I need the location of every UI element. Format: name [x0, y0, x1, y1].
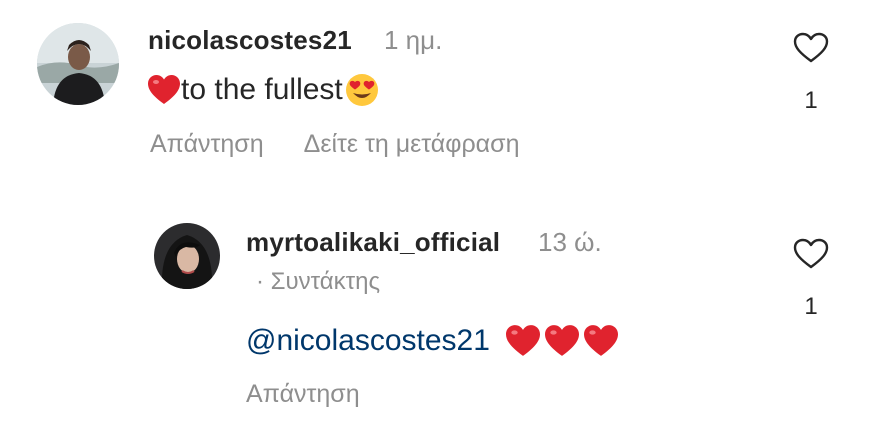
comment-timestamp: 1 ημ.	[384, 25, 443, 55]
author-badge: · Συντάκτης	[256, 268, 381, 295]
comment-username[interactable]: myrtoalikaki_official	[246, 227, 500, 258]
translate-button[interactable]: Δείτε τη μετάφραση	[304, 130, 520, 159]
avatar-myrtoalikaki-official[interactable]	[154, 223, 220, 289]
like-count: 1	[804, 293, 818, 320]
comment-actions: Απάντηση Δείτε τη μετάφραση	[150, 130, 519, 159]
comment-timestamp: 13 ώ.	[538, 227, 602, 257]
red-heart-emoji	[505, 325, 540, 356]
like-count: 1	[804, 87, 818, 114]
comment-text: @nicolascostes21	[246, 321, 620, 361]
heart-outline-icon[interactable]	[793, 32, 829, 64]
comment-text: to the fullest	[147, 70, 380, 110]
comment-text-content: to the fullest	[181, 73, 343, 106]
reply-button[interactable]: Απάντηση	[246, 380, 360, 409]
comment-username[interactable]: nicolascostes21	[148, 25, 352, 56]
comment-actions: Απάντηση	[246, 380, 360, 409]
red-heart-emoji	[583, 325, 618, 356]
like-group: 1	[791, 32, 831, 115]
reply-button[interactable]: Απάντηση	[150, 130, 264, 159]
red-heart-emoji	[544, 325, 579, 356]
heart-eyes-emoji	[345, 74, 378, 106]
like-group: 1	[791, 238, 831, 321]
avatar-nicolascostes21[interactable]	[37, 23, 119, 105]
red-heart-emoji	[148, 75, 180, 104]
mention-link[interactable]: @nicolascostes21	[246, 324, 490, 358]
heart-outline-icon[interactable]	[793, 238, 829, 270]
